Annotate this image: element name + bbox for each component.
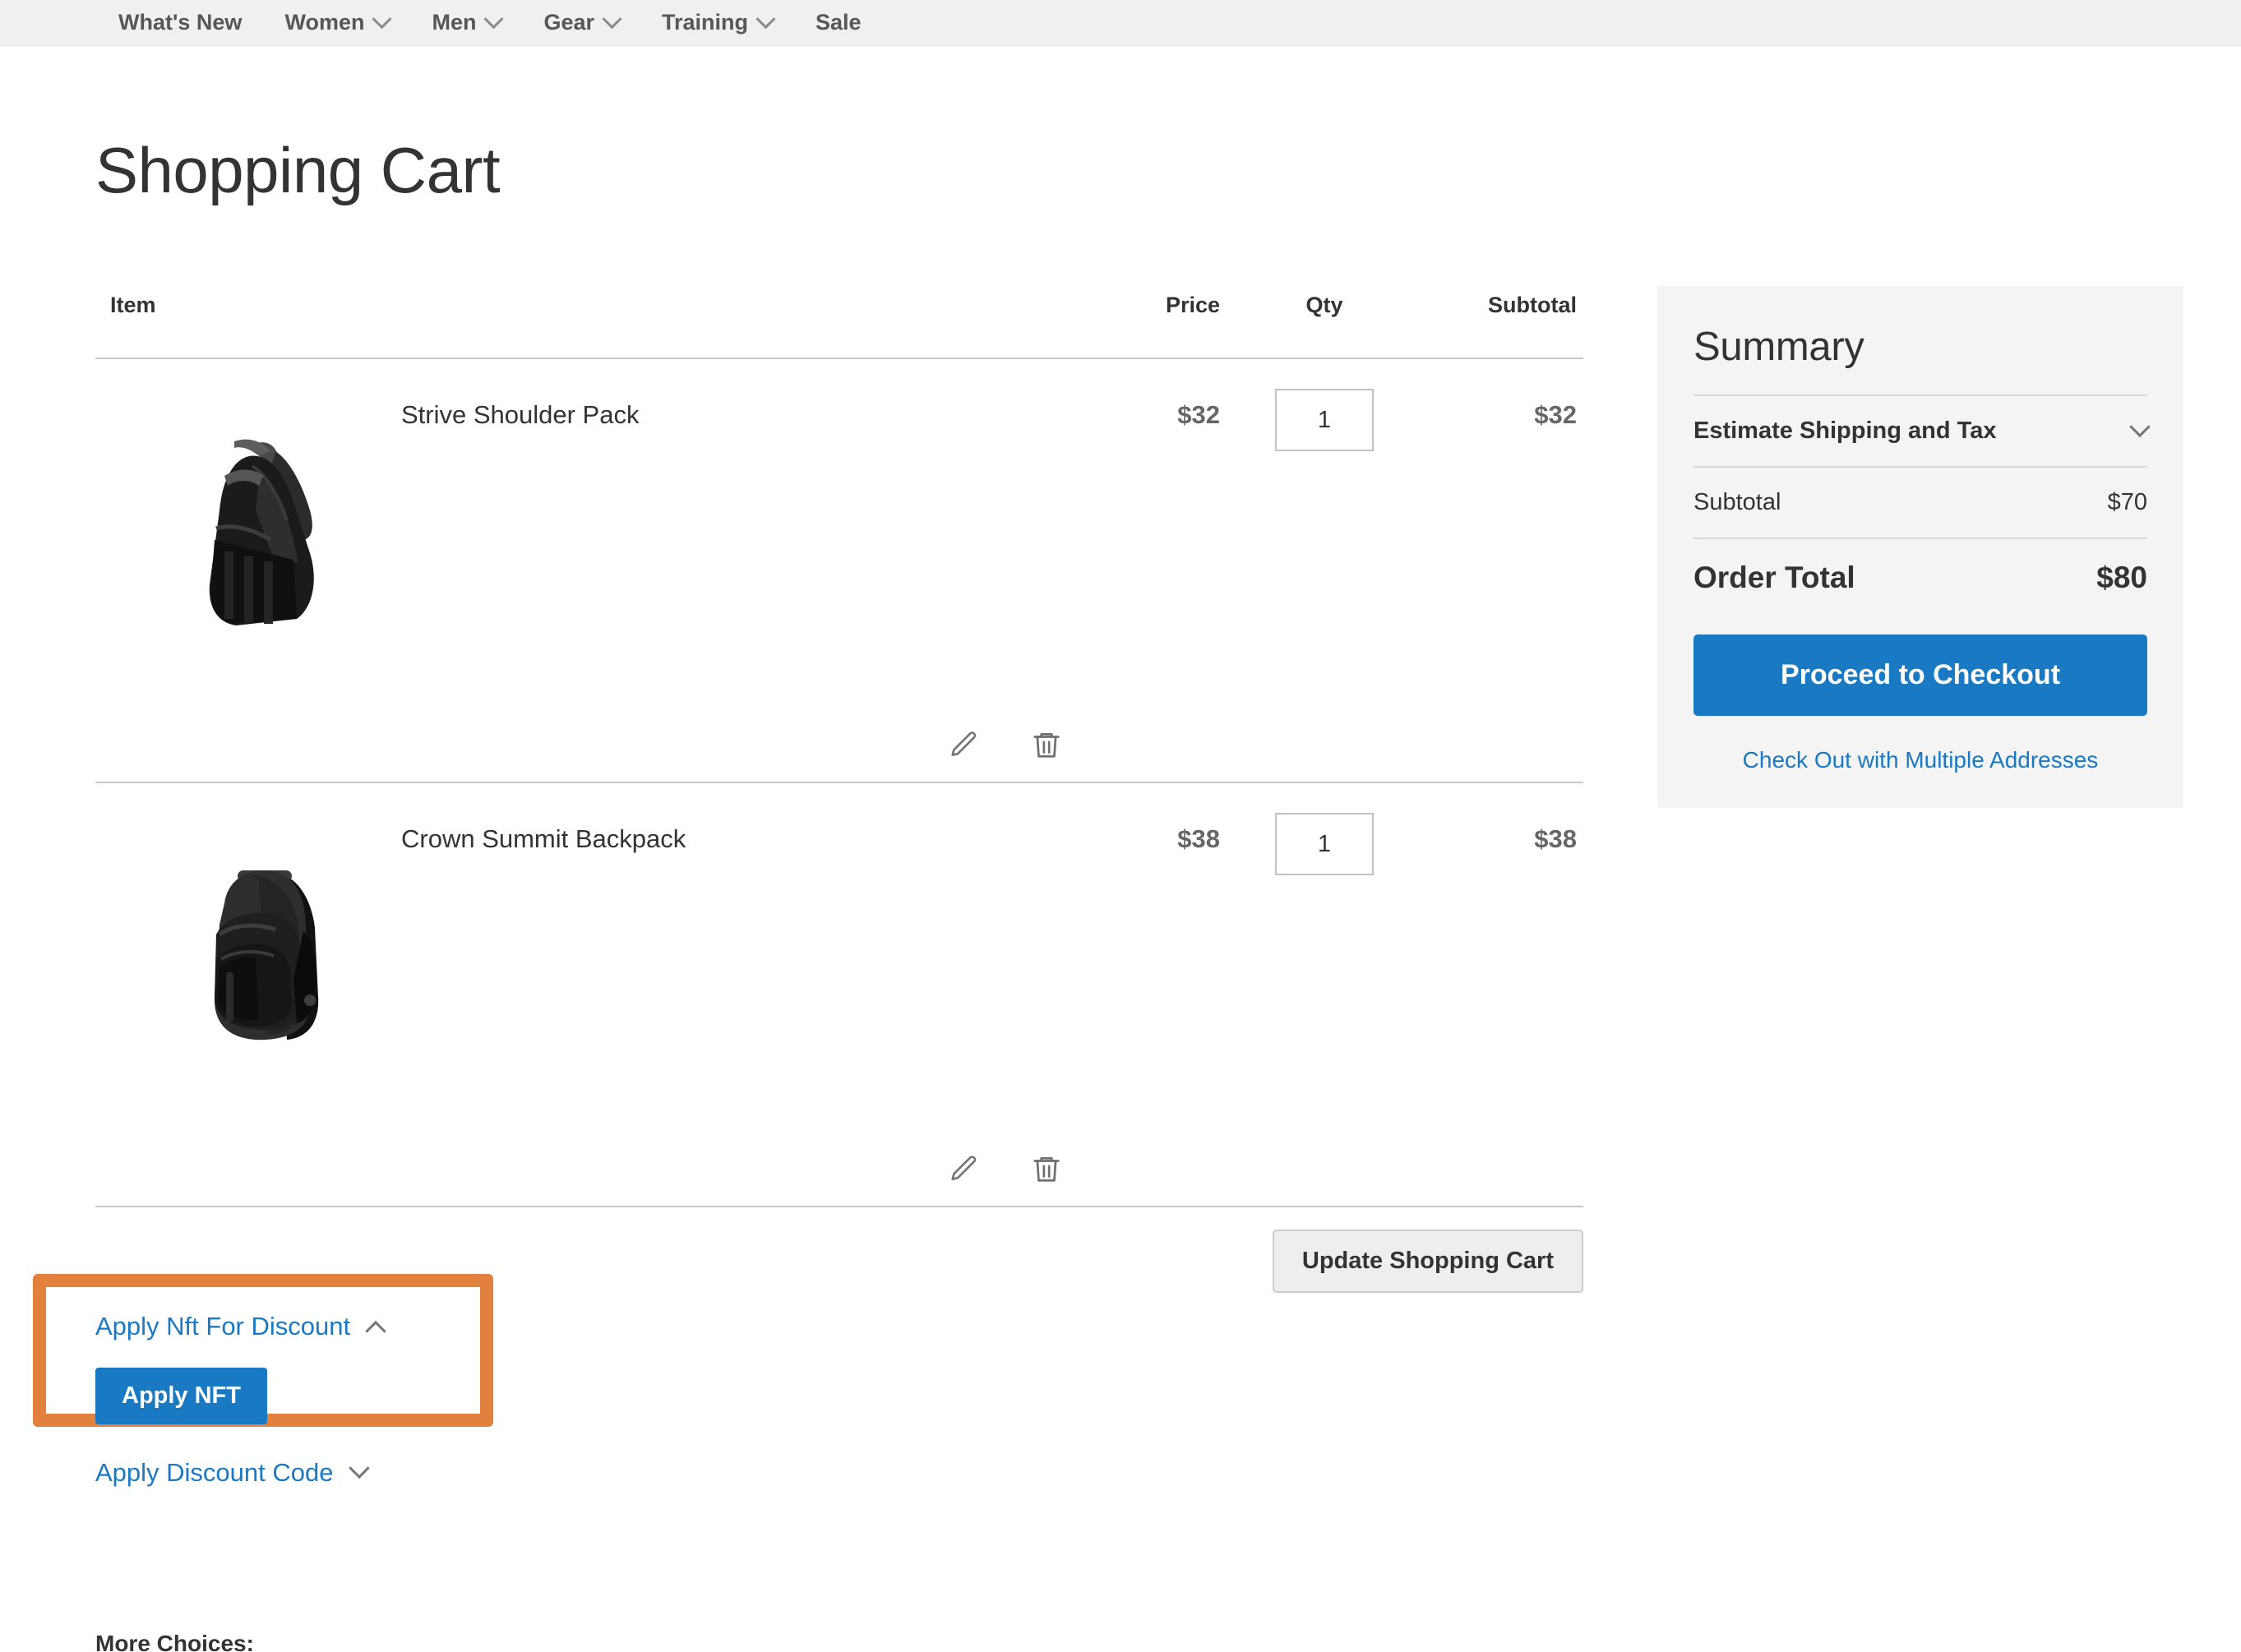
strive-shoulder-pack-image xyxy=(209,439,314,625)
cart-item-block: Strive Shoulder Pack xyxy=(95,395,1065,782)
cart-header-row: Item Price Qty Subtotal xyxy=(95,293,1583,358)
cart-table-head: Item Price Qty Subtotal xyxy=(95,293,1583,358)
nav-item-label: Men xyxy=(432,10,477,35)
edit-item-icon[interactable] xyxy=(949,729,980,760)
page-title: Shopping Cart xyxy=(95,134,501,206)
product-name[interactable]: Crown Summit Backpack xyxy=(401,824,686,854)
delete-item-icon[interactable] xyxy=(1031,729,1062,760)
nav-item-men[interactable]: Men xyxy=(410,0,522,45)
chevron-down-icon xyxy=(2129,416,2151,437)
apply-nft-toggle-label: Apply Nft For Discount xyxy=(95,1312,351,1341)
cart-item-actions xyxy=(949,729,1062,760)
estimate-shipping-toggle[interactable]: Estimate Shipping and Tax xyxy=(1693,396,2151,466)
chevron-down-icon xyxy=(348,1457,370,1479)
main-navigation: What's New Women Men Gear Training Sale xyxy=(0,0,2241,45)
product-thumbnail[interactable] xyxy=(173,856,363,1069)
nav-item-label: Sale xyxy=(816,10,862,35)
nav-item-sale[interactable]: Sale xyxy=(794,0,883,45)
column-header-qty: Qty xyxy=(1305,293,1343,317)
chevron-down-icon xyxy=(755,9,776,30)
product-qty-cell: 1 xyxy=(1238,359,1411,782)
cart-item-cell: Crown Summit Backpack xyxy=(95,783,1065,1206)
cart-item-actions xyxy=(949,1153,1062,1184)
chevron-down-icon xyxy=(602,9,622,30)
nav-item-label: Gear xyxy=(543,10,595,35)
product-name[interactable]: Strive Shoulder Pack xyxy=(401,400,639,430)
summary-title: Summary xyxy=(1693,325,1864,369)
cart-row-table-1: Strive Shoulder Pack $32 1 $32 xyxy=(95,359,1583,782)
product-qty-cell: 1 xyxy=(1238,783,1411,1206)
apply-discount-code-label: Apply Discount Code xyxy=(95,1458,334,1487)
product-subtotal: $38 xyxy=(1534,824,1577,853)
crown-summit-backpack-image xyxy=(215,870,319,1041)
nav-item-women[interactable]: Women xyxy=(263,0,410,45)
order-total-value: $80 xyxy=(2096,561,2147,594)
update-shopping-cart-button[interactable]: Update Shopping Cart xyxy=(1272,1230,1583,1293)
estimate-shipping-label: Estimate Shipping and Tax xyxy=(1693,418,1997,444)
chevron-down-icon xyxy=(483,9,504,30)
cart-row-table-2: Crown Summit Backpack $38 1 $38 xyxy=(95,783,1583,1206)
order-total-label: Order Total xyxy=(1693,561,1855,594)
cart-table-container: Item Price Qty Subtotal Strive Shoulder … xyxy=(95,293,1583,1207)
product-subtotal: $32 xyxy=(1534,400,1577,429)
cart-item-block: Crown Summit Backpack xyxy=(95,819,1065,1206)
column-header-item: Item xyxy=(110,293,156,317)
cart-table: Item Price Qty Subtotal xyxy=(95,293,1583,358)
nav-item-label: Women xyxy=(284,10,365,35)
column-header-subtotal: Subtotal xyxy=(1488,293,1577,317)
nav-item-whats-new[interactable]: What's New xyxy=(97,0,263,45)
delete-item-icon[interactable] xyxy=(1031,1153,1062,1184)
order-summary-panel: Summary Estimate Shipping and Tax Subtot… xyxy=(1657,286,2183,808)
nav-divider xyxy=(0,45,2241,46)
column-header-price: Price xyxy=(1165,293,1220,317)
nav-item-label: What's New xyxy=(118,10,243,35)
apply-nft-toggle[interactable]: Apply Nft For Discount xyxy=(95,1312,386,1342)
table-row: Crown Summit Backpack $38 1 $38 xyxy=(95,783,1583,1206)
cart-row-divider-2 xyxy=(95,1206,1583,1207)
apply-discount-code-toggle[interactable]: Apply Discount Code xyxy=(95,1457,370,1488)
apply-nft-button[interactable]: Apply NFT xyxy=(95,1368,267,1424)
nav-item-gear[interactable]: Gear xyxy=(522,0,640,45)
cart-item-cell: Strive Shoulder Pack xyxy=(95,359,1065,782)
more-choices-heading: More Choices: xyxy=(95,1631,254,1652)
chevron-up-icon xyxy=(365,1320,386,1342)
product-thumbnail[interactable] xyxy=(173,431,363,645)
chevron-down-icon xyxy=(372,9,392,30)
product-price: $38 xyxy=(1177,824,1220,853)
nav-item-training[interactable]: Training xyxy=(640,0,794,45)
summary-subtotal-row: Subtotal $70 xyxy=(1693,468,2147,538)
table-row: Strive Shoulder Pack $32 1 $32 xyxy=(95,359,1583,782)
product-price: $32 xyxy=(1177,400,1220,429)
edit-item-icon[interactable] xyxy=(949,1153,980,1184)
proceed-to-checkout-button[interactable]: Proceed to Checkout xyxy=(1693,634,2147,716)
summary-order-total-row: Order Total $80 xyxy=(1693,539,2147,616)
summary-subtotal-value: $70 xyxy=(2107,489,2147,515)
multiple-addresses-link[interactable]: Check Out with Multiple Addresses xyxy=(1693,747,2147,773)
summary-subtotal-label: Subtotal xyxy=(1693,489,1781,515)
nav-item-label: Training xyxy=(662,10,749,35)
qty-input[interactable]: 1 xyxy=(1275,389,1374,451)
qty-input[interactable]: 1 xyxy=(1275,813,1374,875)
